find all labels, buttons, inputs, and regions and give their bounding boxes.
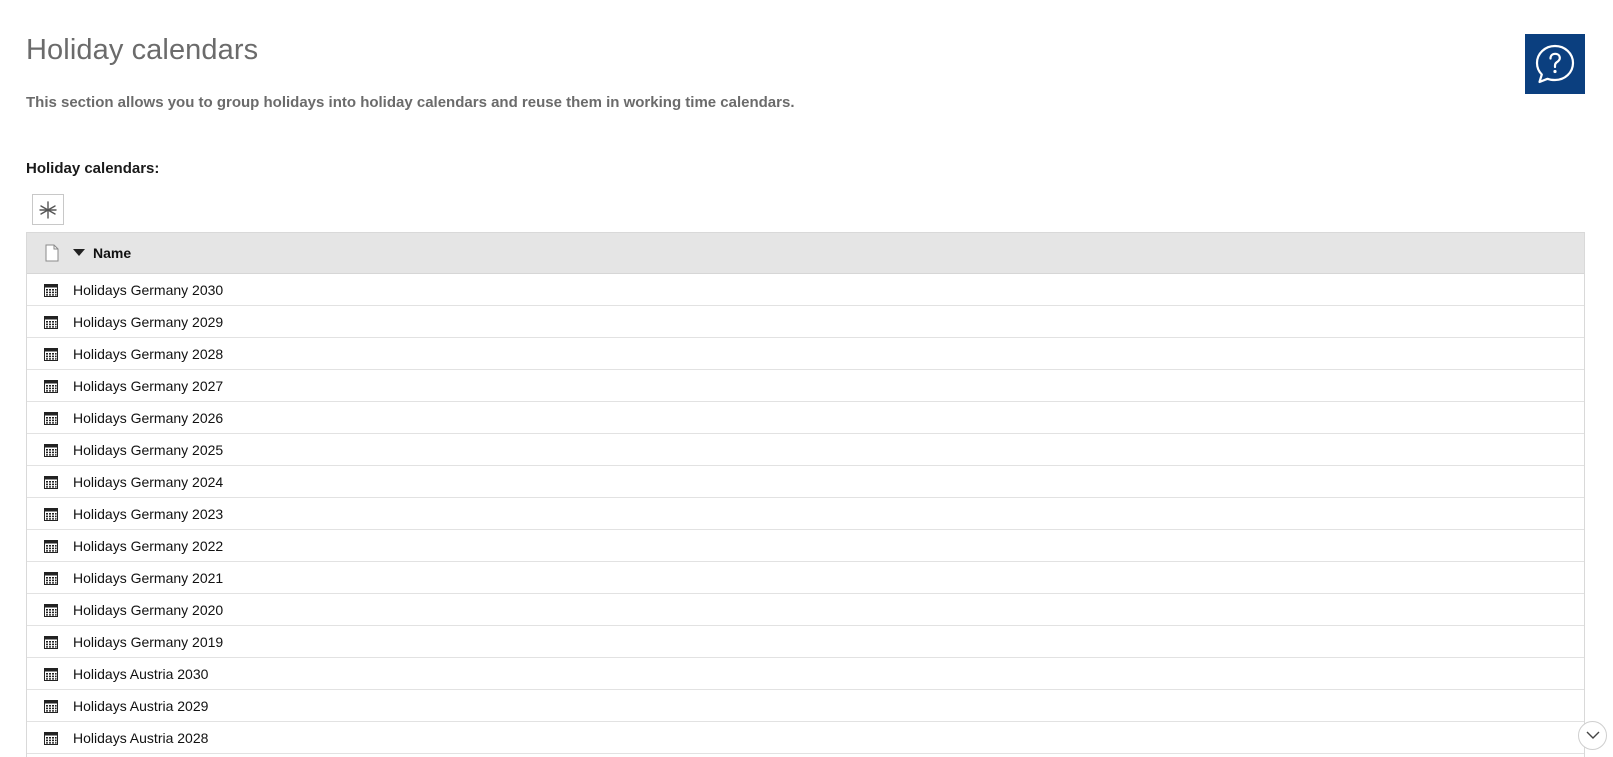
table-row[interactable]: Holidays Germany 2024: [27, 466, 1584, 498]
table-row[interactable]: Holidays Germany 2025: [27, 434, 1584, 466]
table-row[interactable]: Holidays Austria 2030: [27, 658, 1584, 690]
calendar-icon: [27, 283, 73, 297]
holiday-calendars-grid: Name Holidays Germany 2030 Holidays Germ…: [26, 232, 1585, 757]
chevron-down-icon: [1586, 731, 1599, 739]
calendar-name: Holidays Germany 2021: [73, 569, 224, 586]
table-row[interactable]: Holidays Germany 2019: [27, 626, 1584, 658]
table-row[interactable]: Holidays Germany 2023: [27, 498, 1584, 530]
calendar-name: Holidays Germany 2019: [73, 633, 224, 650]
calendar-name: Holidays Austria 2028: [73, 729, 209, 746]
calendar-name: Holidays Germany 2022: [73, 537, 224, 554]
calendar-icon: [27, 379, 73, 393]
table-row[interactable]: Holidays Germany 2027: [27, 370, 1584, 402]
name-column-label: Name: [93, 245, 132, 261]
help-bubble-icon: [1535, 44, 1575, 84]
calendar-name: Holidays Germany 2025: [73, 441, 224, 458]
page-description: This section allows you to group holiday…: [26, 94, 795, 111]
calendar-name: Holidays Germany 2027: [73, 377, 224, 394]
table-row[interactable]: Holidays Austria 2029: [27, 690, 1584, 722]
calendar-name: Holidays Germany 2026: [73, 409, 224, 426]
help-button[interactable]: [1525, 34, 1585, 94]
table-row[interactable]: Holidays Germany 2021: [27, 562, 1584, 594]
calendar-name: Holidays Germany 2023: [73, 505, 224, 522]
section-label: Holiday calendars:: [26, 160, 160, 177]
calendar-icon: [27, 411, 73, 425]
calendar-icon: [27, 475, 73, 489]
calendar-icon: [27, 571, 73, 585]
calendar-icon: [27, 635, 73, 649]
calendar-name: Holidays Germany 2028: [73, 345, 224, 362]
name-column-header[interactable]: Name: [73, 245, 131, 261]
table-row[interactable]: Holidays Austria 2028: [27, 722, 1584, 754]
calendar-icon: [27, 443, 73, 457]
calendar-name: Holidays Germany 2020: [73, 601, 224, 618]
grid-body: Holidays Germany 2030 Holidays Germany 2…: [27, 274, 1584, 754]
table-row[interactable]: Holidays Germany 2028: [27, 338, 1584, 370]
calendar-icon: [27, 699, 73, 713]
calendar-name: Holidays Germany 2030: [73, 281, 224, 298]
page: Holiday calendars This section allows yo…: [0, 0, 1613, 757]
calendar-icon: [27, 603, 73, 617]
scroll-down-button[interactable]: [1578, 721, 1607, 750]
table-row[interactable]: Holidays Germany 2020: [27, 594, 1584, 626]
sort-descending-icon: [73, 249, 85, 256]
table-row[interactable]: Holidays Germany 2029: [27, 306, 1584, 338]
calendar-name: Holidays Austria 2029: [73, 697, 209, 714]
table-row[interactable]: Holidays Germany 2026: [27, 402, 1584, 434]
calendar-name: Holidays Austria 2030: [73, 665, 209, 682]
grid-header: Name: [27, 233, 1584, 274]
calendar-icon: [27, 731, 73, 745]
calendar-icon: [27, 667, 73, 681]
document-icon: [45, 244, 59, 262]
calendar-icon: [27, 539, 73, 553]
page-title: Holiday calendars: [26, 34, 259, 66]
calendar-name: Holidays Germany 2029: [73, 313, 224, 330]
calendar-icon: [27, 347, 73, 361]
asterisk-add-icon: [39, 200, 57, 219]
calendar-icon: [27, 507, 73, 521]
type-column-header[interactable]: [27, 244, 73, 262]
table-row[interactable]: Holidays Germany 2022: [27, 530, 1584, 562]
table-row[interactable]: Holidays Germany 2030: [27, 274, 1584, 306]
calendar-name: Holidays Germany 2024: [73, 473, 224, 490]
calendar-icon: [27, 315, 73, 329]
add-calendar-button[interactable]: [32, 194, 64, 225]
